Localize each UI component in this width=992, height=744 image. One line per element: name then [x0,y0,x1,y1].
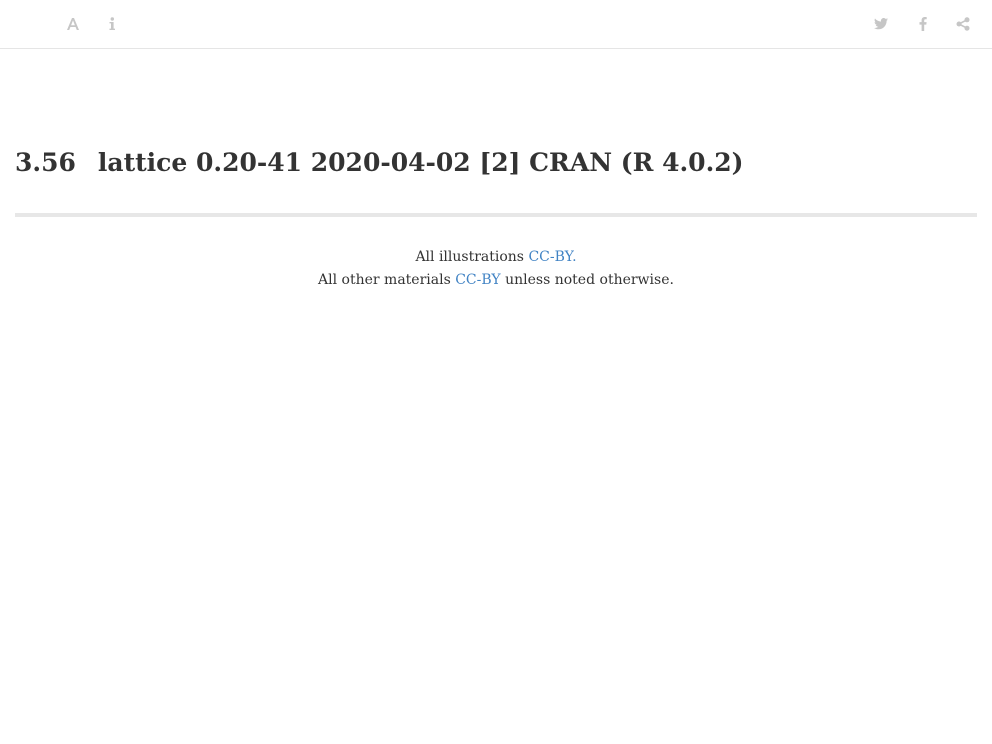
facebook-icon [919,17,927,31]
facebook-share-button[interactable] [911,12,935,36]
font-settings-button[interactable] [61,12,85,36]
materials-license-suffix: unless noted otherwise. [505,272,674,288]
title-divider [15,213,977,217]
font-settings-icon [66,17,80,31]
license-footer: All illustrations CC-BY. All other mater… [0,246,992,292]
materials-license-link[interactable]: CC-BY [455,272,500,288]
book-toolbar [0,0,992,49]
twitter-share-button[interactable] [869,12,893,36]
materials-license-line: All other materials CC-BY unless noted o… [0,269,992,292]
share-icon [956,17,970,31]
info-button[interactable] [100,12,124,36]
illustrations-license-text: All illustrations [415,249,524,265]
share-button[interactable] [951,12,975,36]
section-title: lattice 0.20-41 2020-04-02 [2] CRAN (R 4… [97,148,744,177]
illustrations-license-link[interactable]: CC-BY. [528,249,576,265]
materials-license-text: All other materials [318,272,451,288]
info-icon [108,17,116,31]
section-number: 3.56 [15,148,76,177]
twitter-icon [874,18,888,30]
illustrations-license-line: All illustrations CC-BY. [0,246,992,269]
page-title: 3.56 lattice 0.20-41 2020-04-02 [2] CRAN … [15,144,744,182]
